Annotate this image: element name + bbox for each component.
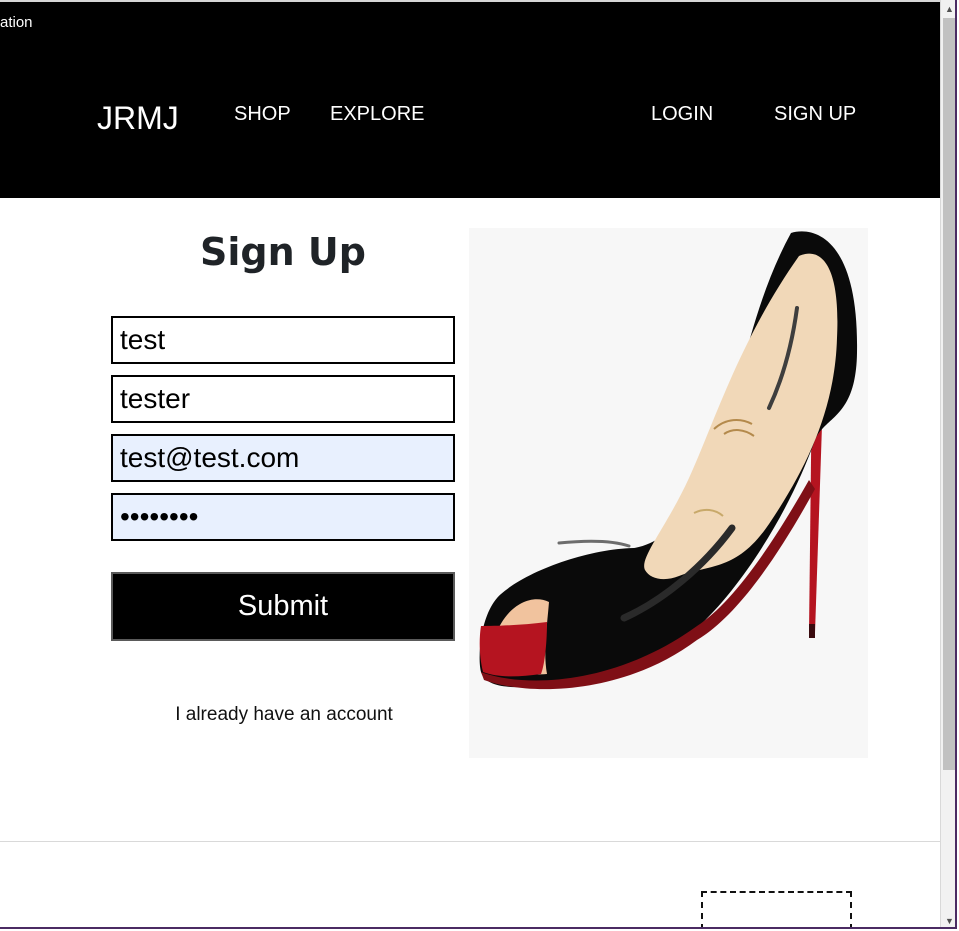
password-mask[interactable]: •••••••• bbox=[120, 501, 198, 533]
submit-button[interactable]: Submit bbox=[111, 572, 455, 641]
brand-logo[interactable]: JRMJ bbox=[97, 100, 179, 137]
password-field[interactable]: •••••••• bbox=[111, 493, 455, 541]
dashed-placeholder-box bbox=[701, 891, 852, 927]
scroll-down-icon[interactable]: ▼ bbox=[941, 912, 955, 927]
nav-signup-link[interactable]: SIGN UP bbox=[774, 103, 856, 126]
site-header: ation JRMJ SHOP EXPLORE LOGIN SIGN UP bbox=[0, 2, 940, 198]
signup-main: Sign Up •••••••• Submit I already have a… bbox=[0, 198, 940, 841]
page-title: Sign Up bbox=[200, 230, 366, 274]
footer-divider bbox=[0, 841, 940, 842]
nav-shop-link[interactable]: SHOP bbox=[234, 103, 291, 126]
first-name-field[interactable] bbox=[111, 316, 455, 364]
nav-explore-link[interactable]: EXPLORE bbox=[330, 103, 424, 126]
last-name-input[interactable] bbox=[120, 377, 453, 421]
email-field[interactable] bbox=[111, 434, 455, 482]
vertical-scrollbar[interactable]: ▲ ▼ bbox=[940, 0, 955, 927]
scroll-up-icon[interactable]: ▲ bbox=[941, 0, 955, 17]
product-image bbox=[469, 228, 868, 758]
first-name-input[interactable] bbox=[120, 318, 453, 362]
nav-login-link[interactable]: LOGIN bbox=[651, 103, 713, 126]
browser-frame: ation JRMJ SHOP EXPLORE LOGIN SIGN UP Si… bbox=[0, 0, 957, 929]
last-name-field[interactable] bbox=[111, 375, 455, 423]
already-have-account-link[interactable]: I already have an account bbox=[112, 704, 456, 726]
header-fragment-text: ation bbox=[0, 14, 33, 31]
email-input[interactable] bbox=[120, 436, 453, 480]
high-heel-shoe-icon bbox=[469, 228, 868, 758]
scroll-thumb[interactable] bbox=[943, 18, 955, 770]
